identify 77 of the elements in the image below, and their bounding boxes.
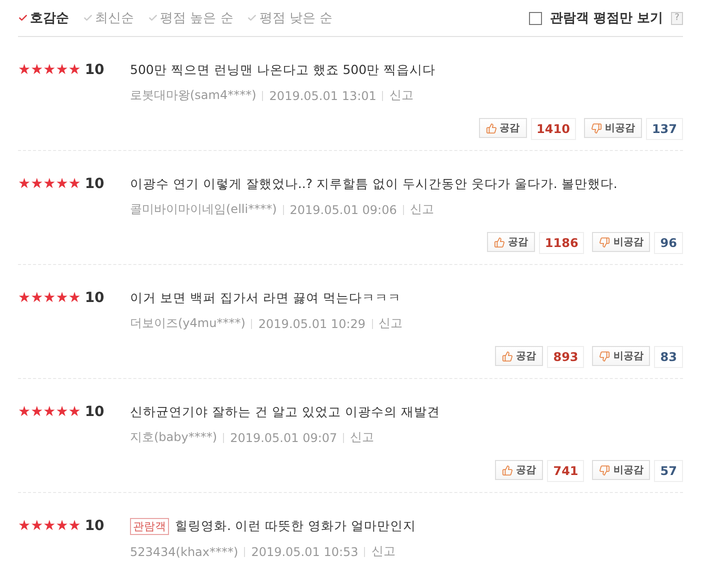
date: 2019.05.01 09:07 [230,430,338,444]
dislike-button[interactable]: 비공감 [584,118,642,138]
thumbs-down-icon [599,350,610,362]
star-icon: ★ [43,62,56,78]
like-count: 741 [547,460,584,482]
date: 2019.05.01 10:29 [258,316,366,330]
dislike-count: 83 [654,346,683,368]
thumbs-up-icon [494,236,505,248]
dislike-button[interactable]: 비공감 [592,346,650,366]
review-text: 이광수 연기 이렇게 잘했었나..? 지루할틈 없이 두시간동안 웃다가 울다가. 볼만했다. [130,175,618,193]
star-icon: ★ [18,62,31,78]
like-button[interactable]: 공감 [495,460,544,480]
star-icon: ★ [30,518,44,534]
score: 10 [84,289,104,307]
like-button[interactable]: 공감 [495,346,544,366]
date: 2019.05.01 09:06 [290,202,397,216]
star-icon: ★ [30,290,44,306]
audience-filter-checkbox[interactable]: 관람객 평점만 보기 [528,9,663,27]
star-icon: ★ [68,62,81,78]
author: 콜미바이마이네임(elli****) [130,201,277,218]
star-icon: ★ [68,176,81,192]
star-icon: ★ [18,518,31,534]
sort-option[interactable]: 호감순 [18,9,69,27]
author: 지호(baby****) [130,429,218,446]
thumbs-down-icon [599,464,610,476]
star-icon: ★ [43,404,56,420]
audience-badge: 관람객 [130,518,169,534]
thumbs-up-icon [486,122,497,134]
star-icon: ★ [18,290,31,306]
dislike-button[interactable]: 비공감 [592,460,650,480]
thumbs-down-icon [599,236,610,248]
score: 10 [84,175,104,193]
date: 2019.05.01 13:01 [269,88,376,102]
star-icon: ★ [30,62,44,78]
score: 10 [84,517,104,535]
review-text: 힐링영화. 이런 따뜻한 영화가 얼마만인지 [175,517,416,535]
author: 더보이즈(y4mu****) [130,315,246,332]
star-icon: ★ [18,404,31,420]
dislike-count: 96 [654,232,683,254]
like-count: 1410 [530,118,576,140]
like-count: 1186 [538,232,584,254]
check-icon [148,13,158,23]
author: 로봇대마왕(sam4****) [130,87,256,104]
star-icon: ★ [43,176,56,192]
like-button[interactable]: 공감 [486,232,535,252]
dislike-button[interactable]: 비공감 [592,232,650,252]
star-icon: ★ [68,290,81,306]
check-icon [247,13,258,23]
review-text: 신하균연기야 잘하는 건 알고 있었고 이광수의 재발견 [130,403,440,421]
star-icon: ★ [56,290,68,306]
star-icon: ★ [56,62,68,78]
like-count: 893 [547,346,584,368]
dislike-count: 137 [646,118,683,140]
star-icon: ★ [56,176,68,192]
review-text: 이거 보면 백퍼 집가서 라면 끓여 먹는다ㅋㅋㅋ [130,289,401,307]
score: 10 [84,403,104,421]
dislike-count: 57 [654,460,683,482]
like-button[interactable]: 공감 [478,118,527,138]
star-icon: ★ [56,518,68,534]
score: 10 [84,61,104,79]
star-icon: ★ [30,404,44,420]
check-icon [18,13,28,23]
author: 523434(khax****) [130,544,238,558]
thumbs-up-icon [502,464,514,476]
date: 2019.05.01 10:53 [251,544,358,558]
review-text: 500만 찍으면 런닝맨 나온다고 했죠 500만 찍읍시다 [130,61,436,79]
star-icon: ★ [18,176,31,192]
star-icon: ★ [30,176,44,192]
star-icon: ★ [43,518,56,534]
star-icon: ★ [68,518,81,534]
thumbs-down-icon [590,122,602,134]
star-icon: ★ [68,404,81,420]
checkbox[interactable] [528,12,542,24]
check-icon [83,13,93,23]
star-icon: ★ [56,404,68,420]
thumbs-up-icon [502,350,514,362]
star-icon: ★ [43,290,56,306]
